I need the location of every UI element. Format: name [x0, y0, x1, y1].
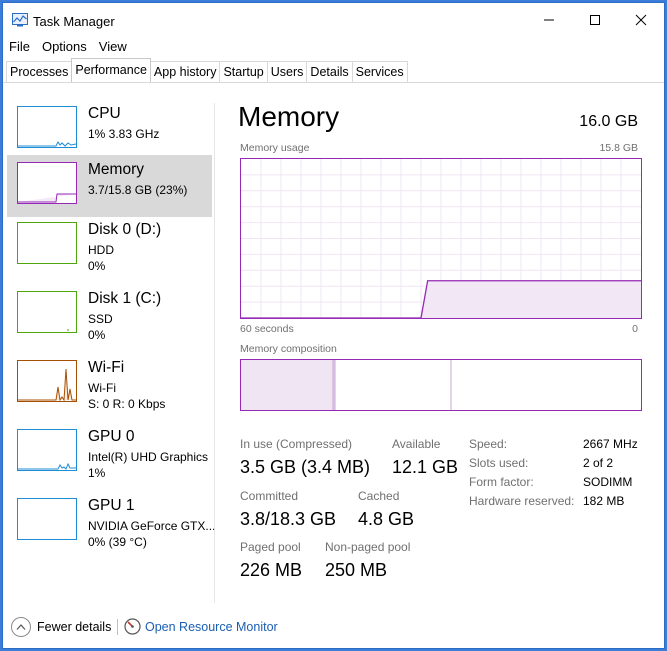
tab-performance[interactable]: Performance [71, 58, 151, 82]
x-axis-right-label: 0 [632, 323, 638, 335]
sidebar-item-value: 0% [88, 259, 106, 273]
sidebar-item-memory[interactable]: Memory 3.7/15.8 GB (23%) [7, 155, 212, 217]
tab-app-history[interactable]: App history [149, 61, 221, 82]
fewer-details-button[interactable]: Fewer details [37, 620, 111, 634]
tab-services[interactable]: Services [351, 61, 408, 82]
memory-usage-svg [241, 159, 641, 318]
sidebar-item-gpu-1[interactable]: GPU 1 NVIDIA GeForce GTX... 0% (39 °C) [7, 491, 216, 553]
sidebar-item-detail: Intel(R) UHD Graphics [88, 450, 209, 464]
sidebar-divider [214, 103, 215, 603]
committed-label: Committed [240, 489, 299, 503]
window-title: Task Manager [33, 14, 115, 29]
committed-value: 3.8/18.3 GB [240, 509, 337, 529]
sidebar-item-wifi[interactable]: Wi-Fi Wi-Fi S: 0 R: 0 Kbps [7, 353, 212, 415]
form-factor-label: Form factor: [469, 475, 534, 489]
gpu-1-thumbnail [17, 498, 77, 540]
maximize-icon [590, 15, 600, 25]
close-icon [635, 14, 647, 26]
speed-label: Speed: [469, 437, 508, 451]
slots-used-value: 2 of 2 [583, 456, 614, 470]
sidebar-item-detail: SSD [88, 312, 113, 326]
footer-separator [117, 619, 118, 635]
menu-file[interactable]: File [3, 37, 36, 57]
sidebar-item-detail: 3.7/15.8 GB (23%) [88, 183, 188, 197]
minimize-button[interactable] [526, 3, 572, 37]
memory-composition-bar [240, 359, 642, 411]
sidebar-item-value: 1% [88, 466, 106, 480]
tab-users[interactable]: Users [266, 61, 308, 82]
disk-0-thumbnail [17, 222, 77, 264]
slots-used-label: Slots used: [469, 456, 529, 470]
resource-monitor-icon[interactable] [124, 618, 141, 635]
composition-in-use [241, 360, 333, 410]
performance-sidebar: CPU 1% 3.83 GHz Memory 3.7/15.8 GB (23%)… [7, 95, 216, 555]
paged-pool-value: 226 MB [240, 560, 303, 580]
available-value: 12.1 GB [392, 457, 459, 477]
sidebar-item-name: GPU 1 [88, 497, 135, 514]
sidebar-item-value: S: 0 R: 0 Kbps [88, 397, 166, 411]
sidebar-item-gpu-0[interactable]: GPU 0 Intel(R) UHD Graphics 1% [7, 422, 212, 484]
task-manager-window: Task Manager File Options View Processes… [2, 2, 665, 649]
tabs-divider [3, 82, 664, 83]
menu-view[interactable]: View [93, 37, 133, 57]
cached-label: Cached [358, 489, 400, 503]
sidebar-item-value: 0% (39 °C) [88, 535, 147, 549]
footer-bar: Fewer details Open Resource Monitor [3, 611, 664, 643]
sidebar-item-name: Memory [88, 161, 144, 178]
memory-usage-label: Memory usage [240, 142, 310, 154]
speed-value: 2667 MHz [583, 437, 638, 451]
tab-processes[interactable]: Processes [6, 61, 73, 82]
page-title: Memory [238, 101, 340, 132]
menu-bar: File Options View [3, 37, 133, 57]
sidebar-item-value: 0% [88, 328, 106, 342]
memory-thumbnail [17, 162, 77, 204]
sidebar-item-name: GPU 0 [88, 428, 135, 445]
tab-details[interactable]: Details [306, 61, 353, 82]
gpu-0-thumbnail [17, 429, 77, 471]
in-use-label: In use (Compressed) [240, 437, 353, 451]
memory-usage-max: 15.8 GB [599, 142, 638, 154]
x-axis-left-label: 60 seconds [240, 323, 294, 335]
title-bar[interactable]: Task Manager [3, 3, 664, 37]
sidebar-item-name: Wi-Fi [88, 359, 125, 376]
available-label: Available [392, 437, 441, 451]
maximize-button[interactable] [572, 3, 618, 37]
paged-pool-label: Paged pool [240, 540, 301, 554]
sidebar-item-detail: HDD [88, 243, 114, 257]
sidebar-item-name: Disk 1 (C:) [88, 290, 162, 307]
tab-strip: Processes Performance App history Startu… [6, 58, 408, 82]
close-button[interactable] [618, 3, 664, 37]
memory-usage-chart [240, 158, 642, 319]
task-manager-icon [12, 13, 28, 27]
disk-1-thumbnail [17, 291, 77, 333]
form-factor-value: SODIMM [583, 475, 633, 489]
chevron-up-icon[interactable] [11, 617, 31, 637]
minimize-icon [544, 19, 554, 21]
hardware-reserved-label: Hardware reserved: [469, 494, 575, 508]
nonpaged-pool-label: Non-paged pool [325, 540, 411, 554]
cached-value: 4.8 GB [358, 509, 415, 529]
sidebar-item-name: CPU [88, 105, 121, 122]
sidebar-item-detail: Wi-Fi [88, 381, 116, 395]
open-resource-monitor-link[interactable]: Open Resource Monitor [145, 620, 278, 634]
wifi-thumbnail [17, 360, 77, 402]
sidebar-item-name: Disk 0 (D:) [88, 221, 162, 238]
sidebar-item-disk-0[interactable]: Disk 0 (D:) HDD 0% [7, 215, 212, 277]
memory-composition-svg [241, 360, 452, 410]
sidebar-item-cpu[interactable]: CPU 1% 3.83 GHz [7, 99, 212, 161]
memory-total: 16.0 GB [579, 113, 638, 130]
tab-startup[interactable]: Startup [219, 61, 268, 82]
sidebar-item-detail: NVIDIA GeForce GTX... [88, 519, 216, 533]
nonpaged-pool-value: 250 MB [325, 560, 388, 580]
sidebar-item-disk-1[interactable]: Disk 1 (C:) SSD 0% [7, 284, 212, 346]
in-use-value: 3.5 GB (3.4 MB) [240, 457, 371, 477]
cpu-thumbnail [17, 106, 77, 148]
sidebar-item-detail: 1% 3.83 GHz [88, 127, 160, 141]
hardware-reserved-value: 182 MB [583, 494, 625, 508]
menu-options[interactable]: Options [36, 37, 93, 57]
memory-composition-label: Memory composition [240, 343, 337, 355]
